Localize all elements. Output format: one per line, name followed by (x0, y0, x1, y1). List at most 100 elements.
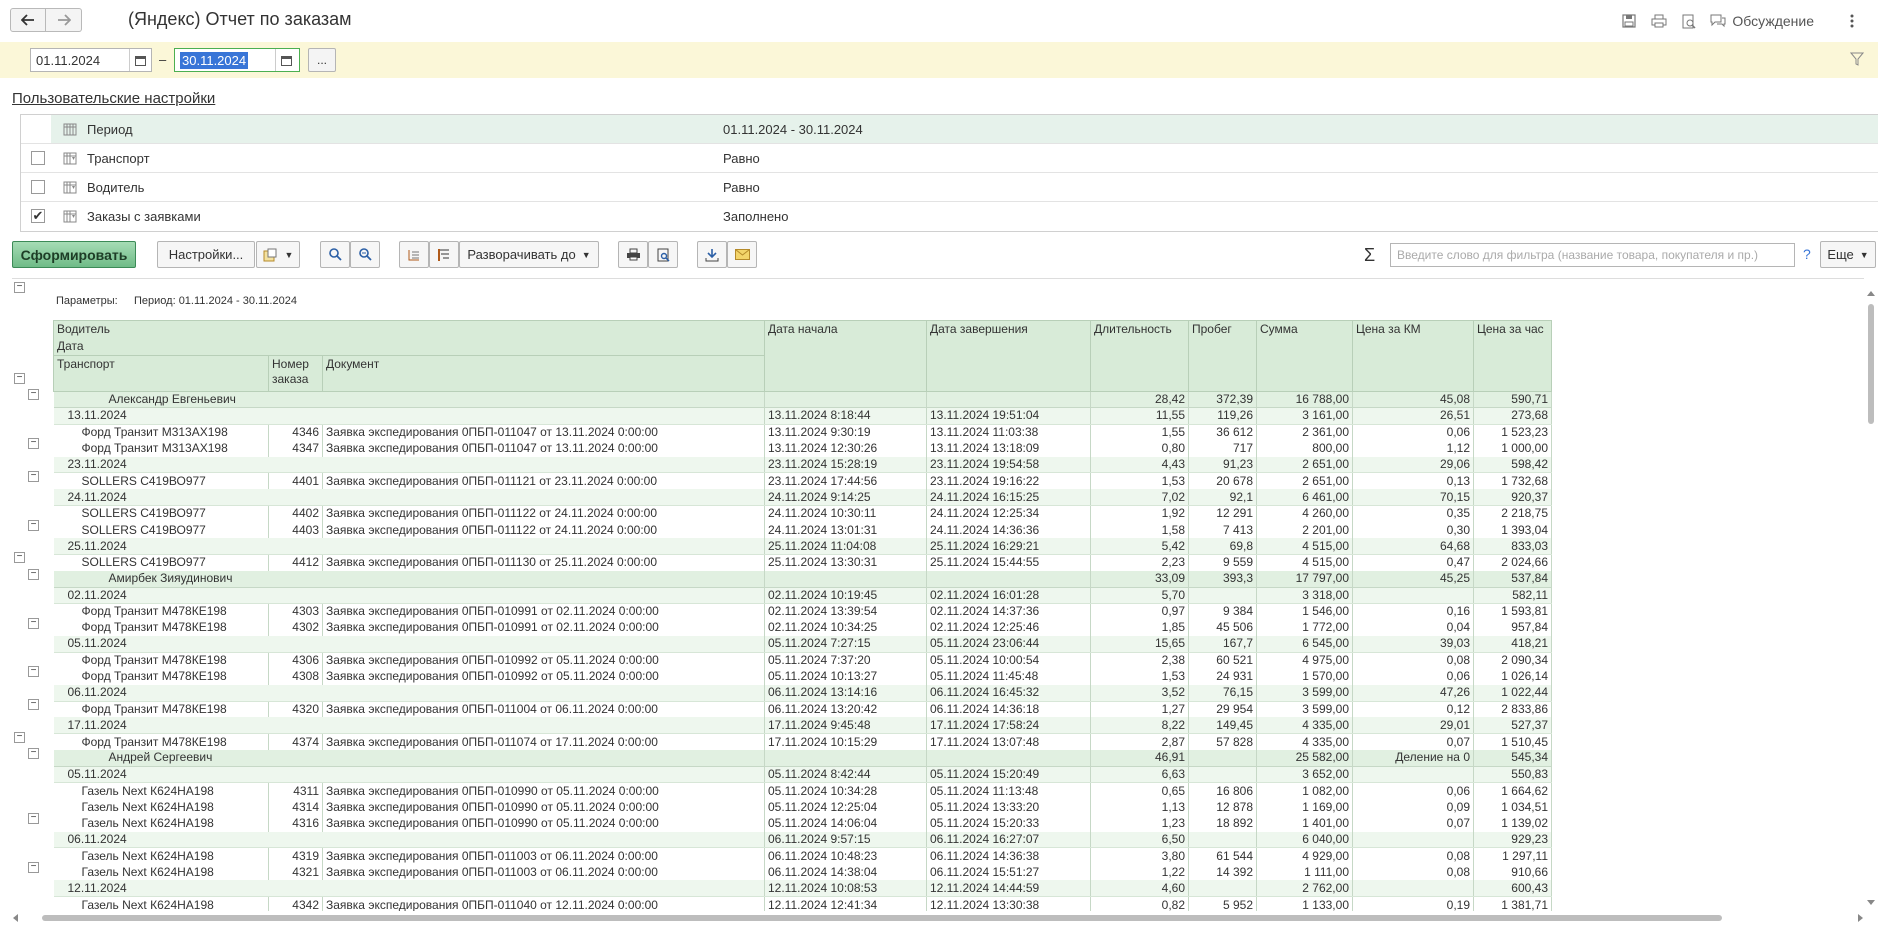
collapse-group-icon[interactable]: − (28, 617, 39, 629)
table-row[interactable]: Газель Next К624НА198 4319 Заявка экспедир… (53, 847, 1552, 865)
find-next-button[interactable] (350, 241, 380, 268)
table-row[interactable]: Газель Next К624НА198 4311 Заявка экспедир… (53, 782, 1552, 799)
driver-group-row[interactable]: Амирбек Зияудинович 33,09 393,3 17 797,00 45… (53, 570, 1552, 588)
preview-icon[interactable] (1676, 8, 1702, 34)
vertical-scroll-thumb[interactable] (1868, 304, 1874, 424)
table-row[interactable]: Газель Next К624НА198 4314 Заявка экспедир… (53, 798, 1552, 816)
table-row[interactable]: Газель Next К624НА198 4321 Заявка экспедир… (53, 864, 1552, 881)
collapse-params-icon[interactable]: − (14, 282, 25, 293)
table-row[interactable]: SOLLERS С419ВО977 4412 Заявка экспедирован… (53, 554, 1552, 571)
collapse-group-icon[interactable]: − (14, 731, 25, 743)
driver-group-row[interactable]: Андрей Сергеевич 46,91 25 582,00 Деление на… (53, 750, 1552, 767)
back-button[interactable] (10, 8, 46, 32)
date-group-row[interactable]: 13.11.2024 13.11.2024 8:18:44 13.11.2024 1… (53, 407, 1552, 425)
table-row[interactable]: Форд Транзит М478КЕ198 4320 Заявка экспеди… (53, 701, 1552, 718)
help-button[interactable]: ? (1803, 246, 1811, 262)
settings-row-value[interactable]: Равно (723, 180, 760, 195)
expand-to-button[interactable]: Разворачивать до ▼ (459, 241, 599, 268)
transport-checkbox[interactable] (31, 151, 45, 165)
table-row[interactable]: Газель Next К624НА198 4316 Заявка экспедир… (53, 815, 1552, 832)
vertical-scrollbar[interactable] (1864, 290, 1878, 906)
settings-row-value[interactable]: 01.11.2024 - 30.11.2024 (723, 122, 863, 137)
save-icon[interactable] (1616, 8, 1642, 34)
print-icon[interactable] (1646, 8, 1672, 34)
table-row[interactable]: SOLLERS С419ВО977 4403 Заявка экспедирован… (53, 521, 1552, 539)
collapse-group-icon[interactable]: − (28, 813, 39, 825)
date-group-row[interactable]: 06.11.2024 06.11.2024 9:57:15 06.11.2024 1… (53, 831, 1552, 849)
settings-row-period[interactable]: Период 01.11.2024 - 30.11.2024 (21, 115, 1878, 144)
price-hour-cell: 920,37 (1473, 489, 1552, 507)
date-group-row[interactable]: 24.11.2024 24.11.2024 9:14:25 24.11.2024 1… (53, 489, 1552, 507)
preview-button[interactable] (648, 241, 678, 268)
settings-row-transport[interactable]: Транспорт Равно (21, 144, 1878, 173)
report-search-input[interactable]: Введите слово для фильтра (название това… (1390, 243, 1795, 267)
table-row[interactable]: Форд Транзит М478КЕ198 4374 Заявка экспеди… (53, 733, 1552, 751)
settings-row-value[interactable]: Заполнено (723, 209, 788, 224)
collapse-group-icon[interactable]: − (28, 699, 39, 710)
table-row[interactable]: Газель Next К624НА198 4342 Заявка экспедир… (53, 896, 1552, 911)
filter-icon[interactable] (1849, 52, 1865, 69)
collapse-group-icon[interactable]: − (28, 470, 39, 482)
date-group-row[interactable]: 05.11.2024 05.11.2024 8:42:44 05.11.2024 1… (53, 766, 1552, 784)
calendar-icon[interactable] (275, 49, 297, 71)
group-button[interactable] (399, 241, 429, 268)
date-group-row[interactable]: 17.11.2024 17.11.2024 9:45:48 17.11.2024 1… (53, 717, 1552, 735)
send-email-button[interactable] (727, 241, 757, 268)
find-button[interactable] (320, 241, 350, 268)
table-row[interactable]: Форд Транзит М313АХ198 4346 Заявка экспеди… (53, 424, 1552, 441)
table-row[interactable]: Форд Транзит М478КЕ198 4306 Заявка экспеди… (53, 652, 1552, 669)
date-from-field[interactable]: 01.11.2024 (30, 48, 152, 72)
horizontal-scroll-thumb[interactable] (42, 915, 1722, 921)
calendar-icon[interactable] (129, 49, 151, 71)
forward-button[interactable] (46, 8, 82, 32)
table-row[interactable]: Форд Транзит М313АХ198 4347 Заявка экспеди… (53, 440, 1552, 457)
settings-button[interactable]: Настройки... (157, 241, 255, 268)
settings-row-driver[interactable]: Водитель Равно (21, 173, 1878, 202)
print-button[interactable] (618, 241, 648, 268)
table-row[interactable]: Форд Транзит М478КЕ198 4308 Заявка экспеди… (53, 668, 1552, 685)
duration-cell: 1,27 (1090, 701, 1189, 718)
collapse-group-icon[interactable]: − (14, 373, 25, 384)
table-row[interactable]: SOLLERS С419ВО977 4401 Заявка экспедирован… (53, 472, 1552, 490)
collapse-group-icon[interactable]: − (28, 438, 39, 450)
level-button[interactable] (429, 241, 459, 268)
date-group-row[interactable]: 05.11.2024 05.11.2024 7:27:15 05.11.2024 2… (53, 635, 1552, 653)
price-hour-cell: 582,11 (1473, 587, 1552, 604)
collapse-group-icon[interactable]: − (28, 666, 39, 678)
collapse-group-icon[interactable]: − (28, 389, 39, 401)
date-group-row[interactable]: 23.11.2024 23.11.2024 15:28:19 23.11.2024 … (53, 456, 1552, 474)
date-group-row[interactable]: 12.11.2024 12.11.2024 10:08:53 12.11.2024 … (53, 880, 1552, 898)
date-group-row[interactable]: 25.11.2024 25.11.2024 11:04:08 25.11.2024 … (53, 538, 1552, 555)
driver-checkbox[interactable] (31, 180, 45, 194)
table-row[interactable]: SOLLERS С419ВО977 4402 Заявка экспедирован… (53, 505, 1552, 522)
settings-row-orders[interactable]: ✔ Заказы с заявками Заполнено (21, 202, 1878, 231)
more-button[interactable]: Еще ▼ (1820, 241, 1876, 268)
sum-icon[interactable]: Σ (1364, 245, 1375, 266)
orders-checkbox[interactable]: ✔ (31, 209, 45, 223)
variant-button[interactable]: ▼ (256, 241, 300, 268)
more-label: Еще (1827, 247, 1854, 262)
date-group-row[interactable]: 06.11.2024 06.11.2024 13:14:16 06.11.2024 … (53, 684, 1552, 702)
collapse-group-icon[interactable]: − (28, 862, 39, 873)
generate-button[interactable]: Сформировать (12, 241, 136, 268)
filter-field-icon (63, 151, 77, 168)
discuss-button[interactable]: Обсуждение (1710, 13, 1814, 29)
date-group-row[interactable]: 02.11.2024 02.11.2024 10:19:45 02.11.2024 … (53, 587, 1552, 604)
collapse-group-icon[interactable]: − (14, 552, 25, 564)
date-from-value[interactable]: 01.11.2024 (31, 53, 129, 68)
date-to-field[interactable]: 30.11.2024 (174, 48, 300, 72)
horizontal-scrollbar[interactable] (12, 911, 1864, 925)
collapse-group-icon[interactable]: − (28, 519, 39, 531)
date-to-value[interactable]: 30.11.2024 (180, 51, 249, 69)
transport-cell: Форд Транзит М313АХ198 (53, 424, 269, 441)
more-menu-icon[interactable] (1842, 8, 1862, 34)
settings-row-value[interactable]: Равно (723, 151, 760, 166)
table-row[interactable]: Форд Транзит М478КЕ198 4302 Заявка экспеди… (53, 619, 1552, 636)
collapse-group-icon[interactable]: − (28, 747, 39, 759)
collapse-group-icon[interactable]: − (28, 568, 39, 580)
period-select-button[interactable]: ... (308, 48, 336, 72)
save-file-button[interactable] (697, 241, 727, 268)
table-row[interactable]: Форд Транзит М478КЕ198 4303 Заявка экспеди… (53, 603, 1552, 620)
user-settings-link[interactable]: Пользовательские настройки (12, 90, 215, 107)
driver-group-row[interactable]: Александр Евгеньевич 28,42 372,39 16 788,00… (53, 391, 1552, 409)
